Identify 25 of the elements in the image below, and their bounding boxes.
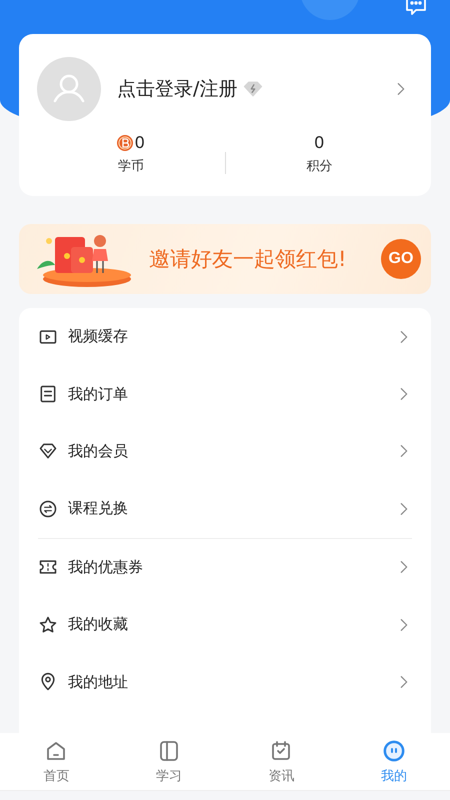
menu-item[interactable]: 我的优惠券 bbox=[38, 538, 412, 596]
menu-item[interactable]: 课程兑换 bbox=[38, 480, 412, 538]
star-icon bbox=[38, 614, 58, 635]
coin-icon bbox=[117, 135, 134, 151]
tab-item[interactable]: 首页 bbox=[0, 733, 112, 790]
diamond-icon bbox=[243, 79, 264, 99]
diamond-icon bbox=[38, 441, 58, 462]
tab-item[interactable]: 学习 bbox=[112, 733, 225, 790]
menu-item[interactable]: 我的订单 bbox=[38, 365, 412, 423]
stat-label: 积分 bbox=[306, 158, 332, 175]
avatar-icon[interactable] bbox=[37, 57, 101, 121]
stat-label: 学币 bbox=[118, 158, 144, 175]
document-icon bbox=[38, 384, 58, 404]
face-icon bbox=[382, 738, 406, 762]
login-link[interactable]: 点击登录/注册 bbox=[117, 76, 238, 102]
exchange-icon bbox=[38, 498, 58, 519]
menu-item[interactable]: 我的地址 bbox=[38, 653, 412, 711]
menu-item[interactable]: 我的会员 bbox=[38, 422, 412, 480]
menu-item[interactable]: 视频缓存 bbox=[38, 308, 412, 366]
stat-value: 0 bbox=[314, 133, 324, 153]
menu-item[interactable]: 我的收藏 bbox=[38, 596, 412, 654]
invite-text: 邀请好友一起领红包! bbox=[149, 246, 346, 273]
tab-item[interactable]: 资讯 bbox=[225, 733, 338, 790]
chat-icon bbox=[404, 0, 428, 17]
stat-value: 0 bbox=[135, 133, 144, 153]
